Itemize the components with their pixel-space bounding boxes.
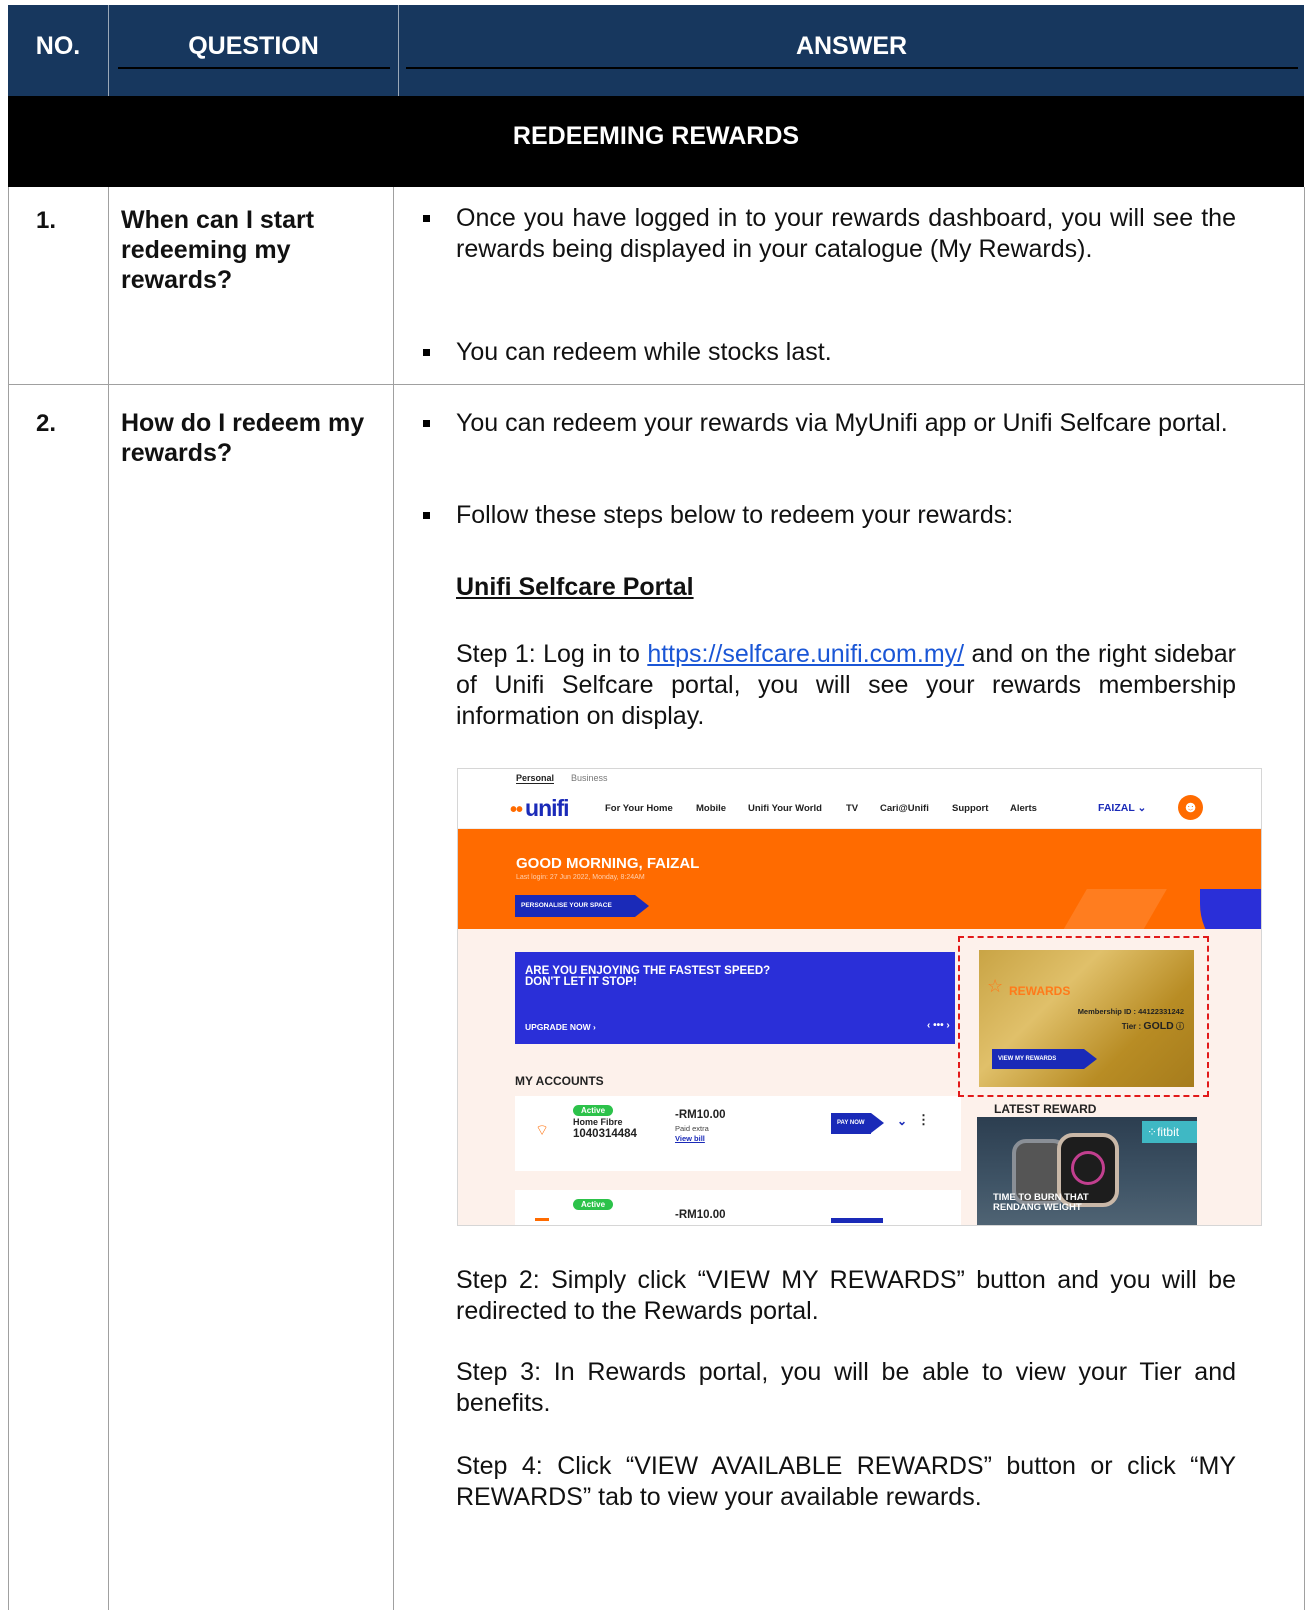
account-card: Active -RM10.00 bbox=[515, 1190, 961, 1225]
pay-now-button bbox=[831, 1218, 883, 1223]
tab-personal: Personal bbox=[516, 773, 555, 784]
step-1: Step 1: Log in to https://selfcare.unifi… bbox=[456, 639, 1236, 732]
personalise-button: PERSONALISE YOUR SPACE bbox=[515, 895, 635, 917]
wifi-router-icon: ⌔ bbox=[535, 1122, 550, 1139]
header-underline bbox=[406, 67, 1298, 69]
view-bill-link: View bill bbox=[675, 1134, 705, 1143]
step-1-text: Step 1: Log in to bbox=[456, 640, 648, 668]
decorative-shape bbox=[1029, 889, 1167, 929]
more-icon: ⋮ bbox=[917, 1112, 930, 1127]
carousel-pager: ‹ ••• › bbox=[927, 1020, 950, 1031]
table-border bbox=[108, 187, 109, 1610]
section-title: REDEEMING REWARDS bbox=[8, 96, 1304, 187]
my-accounts-heading: MY ACCOUNTS bbox=[515, 1074, 604, 1088]
header-no: NO. bbox=[35, 32, 81, 60]
chevron-down-icon: ⌄ bbox=[1137, 802, 1147, 814]
latest-reward-banner: ⁘fitbit TIME TO BURN THAT RENDANG WEIGHT bbox=[977, 1117, 1197, 1225]
nav-item: Unifi Your World bbox=[748, 803, 822, 814]
decorative-shape bbox=[1200, 889, 1261, 929]
avatar-icon: ☻ bbox=[1178, 795, 1203, 820]
header-question: QUESTION bbox=[108, 5, 398, 96]
step-2: Step 2: Simply click “VIEW MY REWARDS” b… bbox=[456, 1266, 1236, 1325]
table-border bbox=[8, 187, 9, 1610]
bullet bbox=[423, 215, 430, 222]
selfcare-screenshot: Personal Business •• unifi For Your Home … bbox=[457, 768, 1262, 1226]
account-subtext: Paid extra bbox=[675, 1124, 709, 1133]
greeting-text: GOOD MORNING, FAIZAL bbox=[516, 855, 700, 872]
upgrade-link: UPGRADE NOW › bbox=[525, 1022, 596, 1032]
screenshot-nav: •• unifi For Your Home Mobile Unifi Your … bbox=[458, 787, 1261, 829]
banner-text: TIME TO BURN THAT RENDANG WEIGHT bbox=[993, 1192, 1089, 1213]
screenshot-topbar: Personal Business bbox=[458, 769, 1261, 787]
bullet bbox=[423, 420, 430, 427]
row-number: 1. bbox=[36, 207, 57, 234]
table-border bbox=[1304, 187, 1305, 1610]
user-name: FAIZAL ⌄ bbox=[1098, 802, 1147, 814]
latest-reward-heading: LATEST REWARD bbox=[994, 1102, 1097, 1116]
last-login-text: Last login: 27 Jun 2022, Monday, 8:24AM bbox=[516, 874, 645, 881]
fitbit-logo: ⁘fitbit bbox=[1142, 1121, 1197, 1143]
chevron-down-icon: ⌄ bbox=[897, 1114, 908, 1128]
question-text: How do I redeem my rewards? bbox=[121, 409, 365, 467]
nav-item: Support bbox=[952, 803, 989, 814]
nav-item: Cari@Unifi bbox=[880, 803, 929, 814]
answer-text: You can redeem your rewards via MyUnifi … bbox=[456, 409, 1228, 437]
step-4: Step 4: Click “VIEW AVAILABLE REWARDS” b… bbox=[456, 1452, 1236, 1511]
promo-banner: ARE YOU ENJOYING THE FASTEST SPEED? DON'T… bbox=[515, 952, 955, 1044]
answer-text: You can redeem while stocks last. bbox=[456, 338, 832, 366]
status-badge: Active bbox=[573, 1199, 614, 1210]
account-type: Home Fibre bbox=[573, 1117, 623, 1127]
promo-text: ARE YOU ENJOYING THE FASTEST SPEED? DON'T… bbox=[525, 965, 771, 988]
selfcare-link[interactable]: https://selfcare.unifi.com.my/ bbox=[647, 640, 964, 668]
header-answer: ANSWER bbox=[398, 5, 1304, 96]
nav-item: Alerts bbox=[1010, 803, 1037, 814]
row-divider bbox=[8, 384, 1304, 385]
subheading: Unifi Selfcare Portal bbox=[456, 573, 694, 601]
account-card: ⌔ Active Home Fibre 1040314484 -RM10.00 … bbox=[515, 1096, 961, 1171]
nav-item: Mobile bbox=[696, 803, 727, 814]
greeting-banner: GOOD MORNING, FAIZAL Last login: 27 Jun … bbox=[458, 829, 1261, 929]
account-amount: -RM10.00 bbox=[675, 1209, 726, 1221]
unifi-logo: •• unifi bbox=[510, 795, 570, 821]
status-badge: Active bbox=[573, 1105, 614, 1116]
account-number: 1040314484 bbox=[573, 1128, 637, 1140]
question-text: When can I start redeeming my rewards? bbox=[121, 206, 315, 294]
table-border bbox=[393, 187, 394, 1610]
tab-business: Business bbox=[571, 773, 608, 783]
step-3: Step 3: In Rewards portal, you will be a… bbox=[456, 1358, 1236, 1417]
row-number: 2. bbox=[36, 410, 57, 437]
nav-item: For Your Home bbox=[605, 803, 673, 814]
account-amount: -RM10.00 bbox=[675, 1109, 726, 1121]
answer-text: Follow these steps below to redeem your … bbox=[456, 501, 1014, 529]
bullet bbox=[423, 512, 430, 519]
arrow-icon bbox=[635, 895, 649, 917]
arrow-icon bbox=[871, 1113, 884, 1133]
table-header: NO. QUESTION ANSWER bbox=[8, 5, 1304, 96]
wifi-router-icon bbox=[535, 1218, 549, 1221]
bullet bbox=[423, 349, 430, 356]
answer-text: Once you have logged in to your rewards … bbox=[456, 204, 1236, 263]
nav-item: TV bbox=[846, 803, 859, 814]
highlight-box bbox=[958, 936, 1209, 1097]
pay-now-button: PAY NOW bbox=[831, 1113, 871, 1134]
header-underline bbox=[118, 67, 390, 69]
